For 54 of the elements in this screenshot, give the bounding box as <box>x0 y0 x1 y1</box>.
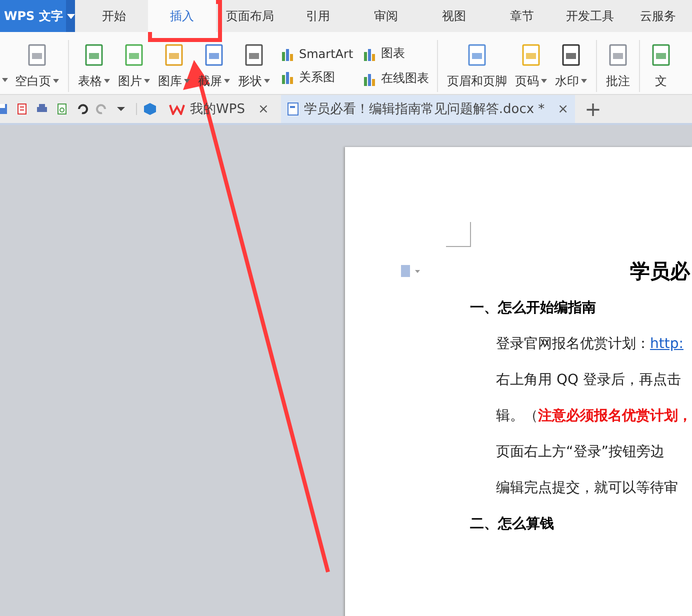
ribbon-button[interactable]: 页眉和页脚 <box>444 40 510 92</box>
paragraph: 右上角用 QQ 登录后，再点击 <box>496 371 682 390</box>
ribbon-button[interactable]: 批注 <box>603 40 634 92</box>
link[interactable]: http: <box>650 336 684 352</box>
w-logo-icon <box>169 103 185 115</box>
menu-tab[interactable]: 页面布局 <box>216 0 284 32</box>
ribbon-button[interactable]: 页码 <box>512 40 550 92</box>
undo-icon[interactable] <box>76 103 88 115</box>
chart-icon <box>363 46 378 60</box>
document-tab[interactable]: 学员必看！编辑指南常见问题解答.docx * × <box>280 95 575 123</box>
close-button[interactable]: × <box>250 102 269 116</box>
ribbon-button[interactable]: 表格 <box>75 40 113 92</box>
menu-tab[interactable]: 云服务 <box>624 0 692 32</box>
ribbon-button[interactable]: 在线图表 <box>361 70 432 87</box>
paragraph: 页面右上方“登录”按钮旁边 <box>496 443 666 462</box>
paragraph: 登录官网报名优赏计划：http: <box>496 335 684 354</box>
caret-icon[interactable] <box>116 106 126 112</box>
ribbon-button[interactable]: 图片 <box>115 40 153 92</box>
corner-mark <box>446 222 471 247</box>
ribbon-button[interactable]: 形状 <box>235 40 273 92</box>
ribbon-button[interactable]: 空白页 <box>12 40 62 92</box>
pdf-icon[interactable] <box>16 103 28 115</box>
chart-icon <box>281 46 295 60</box>
ribbon-button[interactable]: 水印 <box>552 40 590 92</box>
chart-icon <box>363 72 378 86</box>
section-heading: 一、怎么开始编指南 <box>470 299 597 318</box>
preview-icon[interactable] <box>56 103 68 115</box>
caret-icon <box>2 78 8 82</box>
ribbon-button[interactable]: SmartArt <box>279 46 356 60</box>
document-title: 学员必 <box>630 258 690 284</box>
ribbon-button[interactable]: 图表 <box>361 45 432 62</box>
close-button[interactable]: × <box>550 102 569 116</box>
app-menu-button[interactable]: WPS 文字 <box>0 0 66 32</box>
menu-tab[interactable]: 开发工具 <box>556 0 624 32</box>
print-icon[interactable] <box>36 103 48 115</box>
section-heading: 二、怎么算钱 <box>470 515 555 534</box>
document-icon <box>286 102 299 116</box>
menu-tab[interactable]: 章节 <box>488 0 556 32</box>
paragraph: 辑。（注意必须报名优赏计划， <box>496 407 692 426</box>
caret-icon <box>66 14 74 18</box>
menu-tab[interactable]: 插入 <box>148 0 216 32</box>
menu-tab[interactable]: 审阅 <box>352 0 420 32</box>
paragraph-icon[interactable] <box>400 265 422 277</box>
menu-tab[interactable]: 引用 <box>284 0 352 32</box>
new-tab-button[interactable]: + <box>580 97 606 121</box>
chart-icon <box>281 70 295 84</box>
paragraph: 编辑完点提交，就可以等待审 <box>496 479 679 498</box>
cube-icon <box>143 102 157 116</box>
tab-label: 学员必看！编辑指南常见问题解答.docx * <box>304 101 545 118</box>
ribbon-button[interactable]: 关系图 <box>279 68 356 86</box>
menu-tab[interactable]: 视图 <box>420 0 488 32</box>
ribbon-button[interactable]: 文 <box>646 40 676 92</box>
app-menu-dropdown[interactable] <box>66 0 75 32</box>
menu-tab[interactable]: 开始 <box>80 0 148 32</box>
